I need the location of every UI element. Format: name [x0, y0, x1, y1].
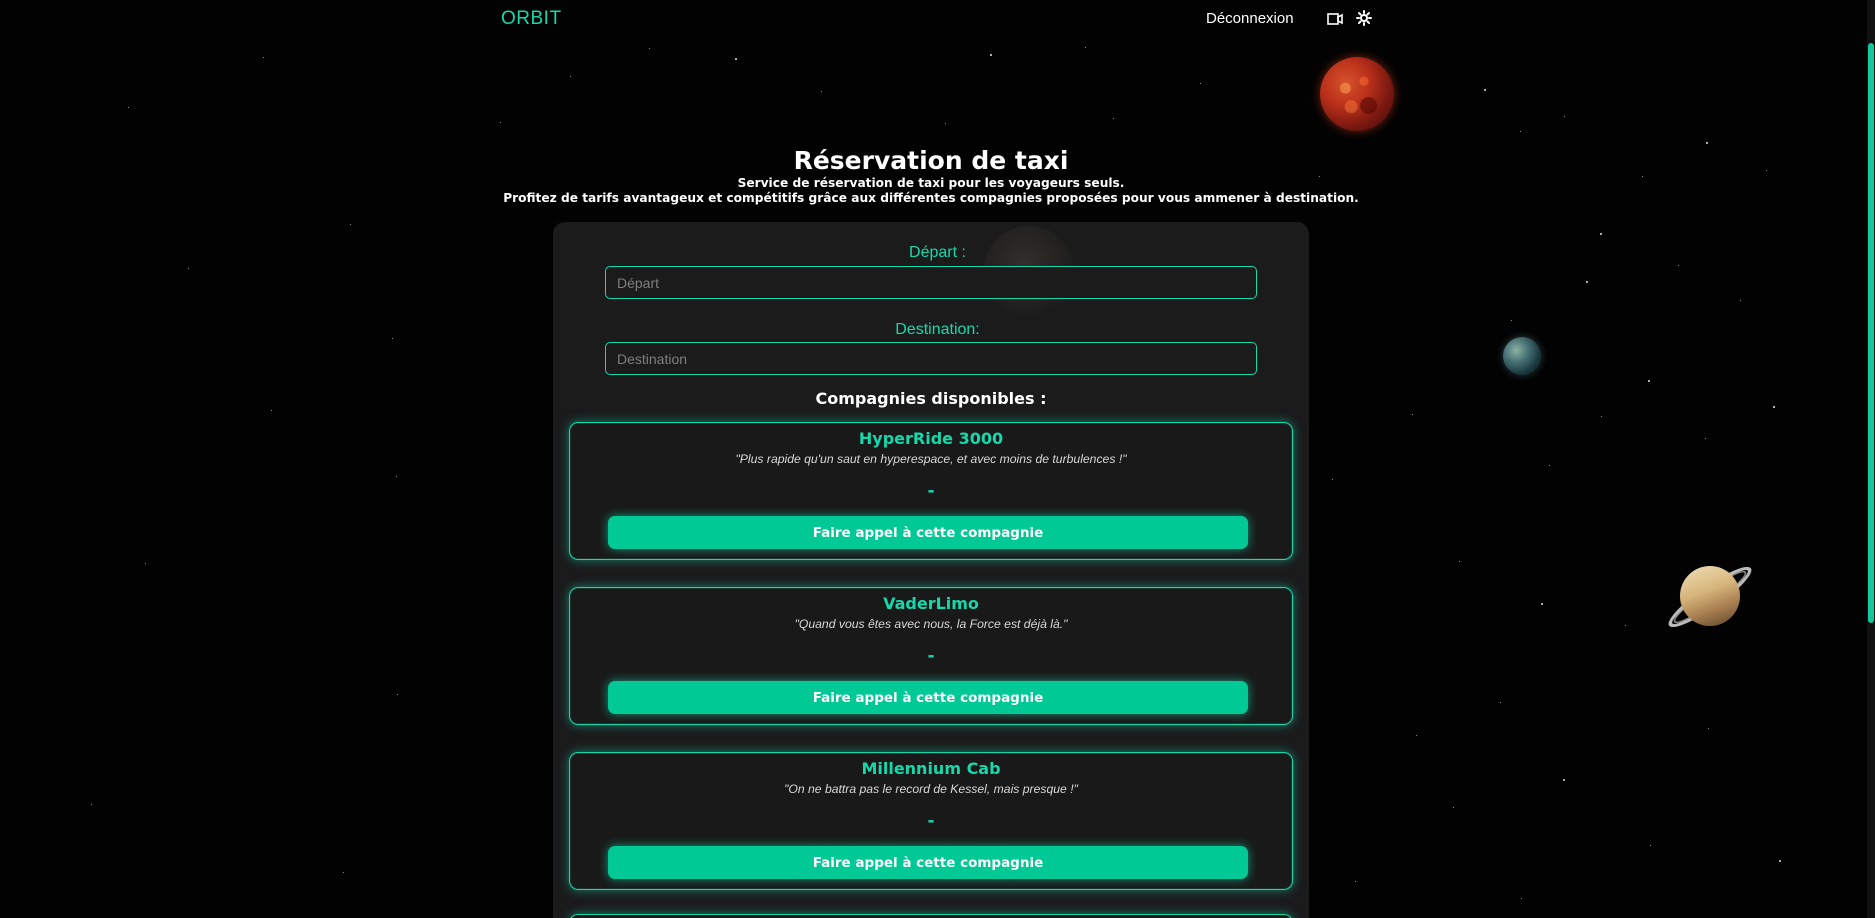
page-subtitle: Service de réservation de taxi pour les …: [0, 176, 1862, 206]
top-navigation: ORBIT Déconnexion: [0, 0, 1875, 40]
camera-icon[interactable]: [1326, 10, 1344, 28]
logout-link[interactable]: Déconnexion: [1206, 10, 1294, 27]
saturn-planet: [1658, 547, 1758, 647]
company-card: Millennium Cab "On ne battra pas le reco…: [569, 752, 1293, 890]
company-name: VaderLimo: [883, 594, 979, 613]
page-title: Réservation de taxi: [793, 145, 1069, 175]
subtitle-line-1: Service de réservation de taxi pour les …: [737, 176, 1125, 190]
gear-icon[interactable]: [1355, 9, 1373, 27]
saturn-body: [1680, 566, 1740, 626]
destination-input[interactable]: [605, 342, 1257, 375]
company-select-button[interactable]: Faire appel à cette compagnie: [608, 516, 1248, 549]
companies-title: Compagnies disponibles :: [815, 389, 1047, 408]
departure-label: Départ :: [909, 244, 966, 261]
company-price: -: [927, 481, 935, 501]
company-select-button[interactable]: Faire appel à cette compagnie: [608, 681, 1248, 714]
company-card-partial: [569, 914, 1293, 918]
company-tagline: "Quand vous êtes avec nous, la Force est…: [794, 617, 1068, 631]
red-planet: [1320, 57, 1394, 131]
company-card: HyperRide 3000 "Plus rapide qu'un saut e…: [569, 422, 1293, 560]
brand-logo[interactable]: ORBIT: [501, 8, 562, 30]
company-price: -: [927, 646, 935, 666]
subtitle-line-2: Profitez de tarifs avantageux et compéti…: [503, 191, 1359, 205]
page: ORBIT Déconnexion Réservation de taxi Se…: [0, 0, 1875, 918]
company-price: -: [927, 811, 935, 831]
departure-input[interactable]: [605, 266, 1257, 299]
scrollbar-thumb[interactable]: [1868, 43, 1874, 623]
company-tagline: "Plus rapide qu'un saut en hyperespace, …: [735, 452, 1127, 466]
destination-label: Destination:: [895, 321, 980, 338]
company-tagline: "On ne battra pas le record de Kessel, m…: [784, 782, 1078, 796]
company-name: HyperRide 3000: [858, 429, 1004, 448]
company-name: Millennium Cab: [861, 759, 1001, 778]
company-select-button[interactable]: Faire appel à cette compagnie: [608, 846, 1248, 879]
company-card: VaderLimo "Quand vous êtes avec nous, la…: [569, 587, 1293, 725]
earth-planet: [1503, 337, 1541, 375]
